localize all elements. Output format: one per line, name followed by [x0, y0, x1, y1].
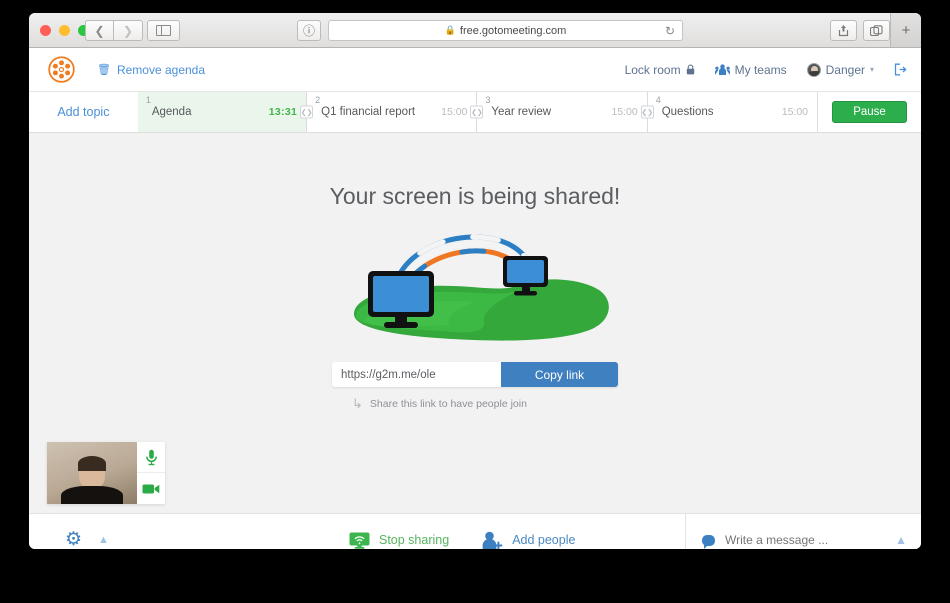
minimize-window-button[interactable] [59, 25, 70, 36]
share-link-row: Copy link [332, 362, 618, 387]
padlock-icon [686, 64, 694, 75]
page-title: Your screen is being shared! [329, 183, 621, 209]
topic-number: 1 [145, 95, 151, 105]
agenda-topic-1[interactable]: 1 Agenda 13:31 ❮❯ [137, 92, 314, 132]
chat-bubble-icon [702, 534, 715, 549]
add-topic-label: Add topic [57, 105, 110, 119]
stop-sharing-label: Stop sharing [379, 533, 450, 547]
new-tab-label: + [901, 21, 911, 39]
settings-group: ⚙ ▲ [65, 530, 109, 549]
add-person-icon [482, 531, 503, 549]
browser-toolbar: ❮ ❯ ⓘ 🔒 free.gotomeeting.com ↻ + [29, 13, 921, 48]
info-icon: ⓘ [302, 24, 315, 38]
share-link-hint: ↲ Share this link to have people join [332, 396, 618, 412]
add-topic-button[interactable]: Add topic [29, 92, 138, 132]
chevron-down-icon: ▾ [869, 65, 874, 74]
my-teams-label: My teams [734, 62, 787, 77]
browser-window: ❮ ❯ ⓘ 🔒 free.gotomeeting.com ↻ + 🗑 Remov… [29, 13, 921, 549]
remove-agenda-button[interactable]: 🗑 Remove agenda [97, 63, 205, 77]
topic-number: 2 [315, 95, 321, 105]
topic-time: 15:00 [781, 106, 809, 118]
window-controls [40, 25, 89, 36]
user-name: Danger [825, 62, 865, 77]
sidebar-toggle-icon [156, 25, 171, 36]
pause-container: Pause [817, 92, 921, 132]
microphone-icon [145, 449, 157, 465]
app-header: 🗑 Remove agenda Lock room My teams Dange… [29, 48, 921, 91]
topic-time: 15:00 [611, 106, 638, 118]
chat-panel: ▲ [685, 514, 921, 549]
copy-link-button[interactable]: Copy link [501, 362, 618, 387]
my-teams-button[interactable]: My teams [714, 62, 787, 77]
share-button[interactable] [830, 20, 857, 41]
toggle-camera-button[interactable] [137, 473, 165, 504]
camera-icon [142, 484, 160, 493]
header-actions: Lock room My teams Danger ▾ [625, 48, 907, 91]
share-icon [838, 25, 849, 37]
chat-expand-icon[interactable]: ▲ [895, 533, 907, 547]
lock-icon: 🔒 [444, 25, 456, 35]
agenda-bar: Add topic 1 Agenda 13:31 ❮❯ 2 Q1 financi… [29, 91, 921, 133]
gotomeeting-logo[interactable] [48, 56, 75, 83]
screen-sharing-illustration [354, 234, 609, 341]
topic-number: 4 [655, 95, 661, 105]
user-menu[interactable]: Danger ▾ [806, 62, 874, 77]
bottom-toolbar: ⚙ ▲ Stop sharing Add people Write a mess… [29, 513, 921, 549]
add-people-button[interactable]: Add people [481, 531, 576, 549]
stage-actions: Stop sharing Add people [349, 514, 575, 549]
add-people-label: Add people [512, 533, 576, 547]
lock-room-label: Lock room [624, 62, 681, 77]
agenda-topic-2[interactable]: 2 Q1 financial report 15:00 ❮❯ [306, 92, 484, 132]
show-tabs-icon [870, 24, 883, 36]
address-bar[interactable]: 🔒 free.gotomeeting.com ↻ [328, 20, 683, 41]
chat-input[interactable] [725, 533, 896, 547]
self-video-preview[interactable] [47, 442, 165, 504]
topic-number: 3 [485, 95, 491, 105]
topic-name: Year review [491, 106, 552, 118]
gear-icon[interactable]: ⚙ [65, 530, 82, 549]
new-tab-button[interactable]: + [890, 13, 921, 47]
curved-arrow-icon: ↲ [352, 396, 363, 411]
lock-room-button[interactable]: Lock room [625, 63, 695, 77]
agenda-topic-3[interactable]: 3 Year review 15:00 ❮❯ [476, 92, 654, 132]
mute-mic-button[interactable] [137, 442, 165, 473]
settings-expand-icon[interactable]: ▲ [98, 534, 109, 546]
people-icon [714, 63, 730, 75]
topic-name: Questions [661, 106, 714, 118]
topic-name: Agenda [151, 106, 192, 118]
reload-icon[interactable]: ↻ [665, 24, 675, 38]
close-window-button[interactable] [40, 25, 51, 36]
topic-resize-handle[interactable]: ❮❯ [300, 105, 314, 119]
share-link-input[interactable] [332, 362, 501, 387]
pause-label: Pause [853, 106, 886, 118]
forward-button[interactable]: ❯ [114, 20, 143, 41]
logout-icon [894, 63, 907, 76]
video-hair [78, 456, 106, 471]
agenda-topic-4[interactable]: 4 Questions 15:00 [646, 92, 817, 132]
back-button[interactable]: ❮ [85, 20, 114, 41]
sidebar-toggle-button[interactable] [147, 20, 180, 41]
avatar [806, 62, 821, 77]
logout-button[interactable] [894, 63, 907, 76]
video-body [61, 486, 123, 504]
pause-button[interactable]: Pause [832, 101, 908, 123]
main-stage: Your screen is being shared! https://g2m… [29, 133, 921, 513]
topic-resize-handle[interactable]: ❮❯ [470, 105, 484, 119]
topic-time: 15:00 [441, 106, 468, 118]
browser-right-buttons [830, 20, 890, 41]
url-text: free.gotomeeting.com [459, 24, 567, 37]
page-info-button[interactable]: ⓘ [297, 20, 321, 41]
navigation-buttons: ❮ ❯ [85, 20, 143, 41]
video-controls [137, 442, 165, 504]
remove-agenda-label: Remove agenda [116, 62, 206, 77]
topic-name: Q1 financial report [321, 106, 416, 118]
video-feed [47, 442, 137, 504]
trash-icon: 🗑 [97, 64, 111, 76]
show-tabs-button[interactable] [863, 20, 890, 41]
topic-resize-handle[interactable]: ❮❯ [640, 105, 654, 119]
screen-share-icon [349, 532, 370, 549]
share-link-hint-text: Share this link to have people join [369, 398, 527, 410]
stop-sharing-button[interactable]: Stop sharing [349, 532, 449, 549]
topic-time: 13:31 [268, 106, 298, 118]
